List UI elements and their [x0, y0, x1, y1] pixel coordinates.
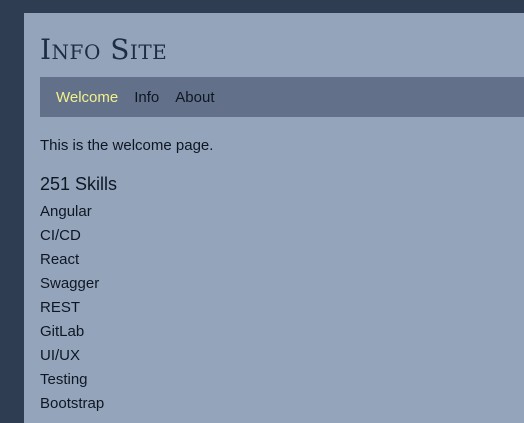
nav-item-welcome[interactable]: Welcome	[56, 89, 118, 106]
nav-item-about[interactable]: About	[175, 89, 214, 106]
skill-item: Swagger	[40, 275, 100, 292]
skill-item: UI/UX	[40, 347, 81, 364]
skill-item: Angular	[40, 203, 92, 220]
content-panel: Info Site Welcome Info About This is the…	[24, 13, 524, 423]
skills-heading: 251 Skills	[40, 174, 118, 194]
skill-item: GitLab	[40, 323, 85, 340]
skill-item: Bootstrap	[40, 395, 105, 412]
skill-item: React	[40, 251, 80, 268]
skill-item: CI/CD	[40, 227, 81, 244]
skill-item: REST	[40, 299, 81, 316]
nav-item-info[interactable]: Info	[134, 89, 159, 106]
skill-item: Testing	[40, 371, 88, 388]
navbar: Welcome Info About	[40, 77, 524, 117]
welcome-text: This is the welcome page.	[40, 137, 214, 154]
skills-list: Angular CI/CD React Swagger REST GitLab …	[40, 200, 104, 416]
site-title: Info Site	[40, 33, 168, 66]
